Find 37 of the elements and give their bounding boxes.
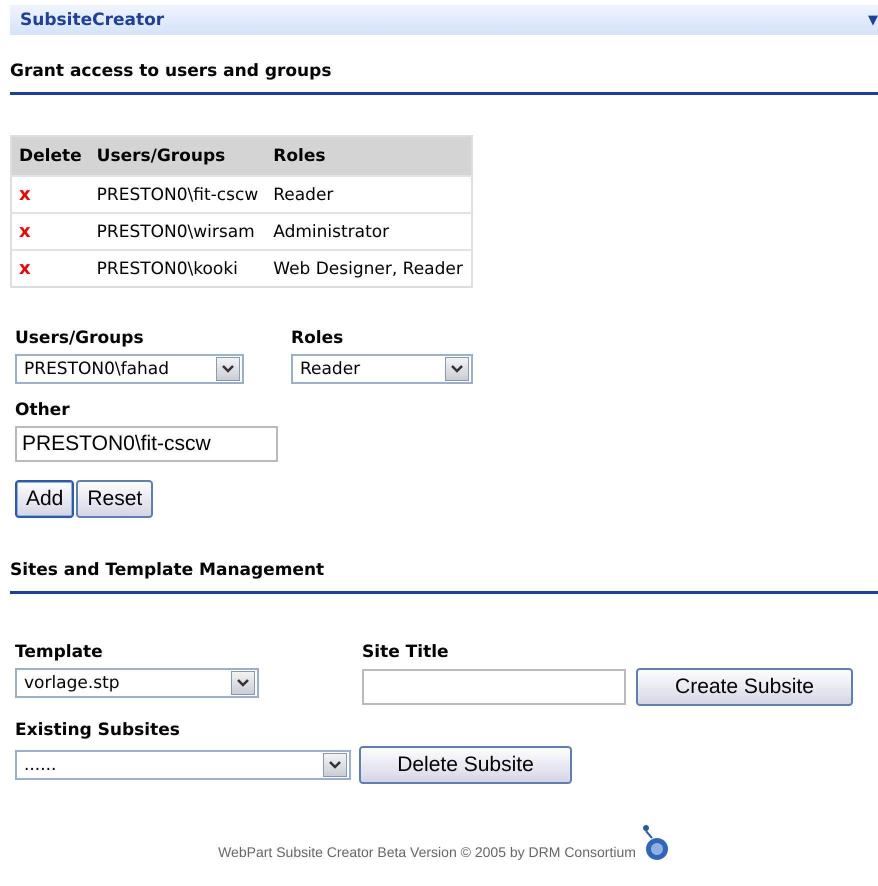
existing-subsites-dropdown[interactable]: ...... (15, 750, 351, 780)
delete-subsite-button[interactable]: Delete Subsite (359, 746, 572, 784)
dropdown-caret-icon[interactable] (231, 671, 255, 695)
delete-link[interactable]: x (19, 221, 31, 242)
field-label: Site Title (361, 642, 450, 664)
table-cell: Administrator (266, 213, 472, 250)
template-dropdown[interactable]: vorlage.stp (15, 668, 259, 698)
form-button[interactable]: Reset (76, 480, 154, 518)
dropdown-caret-icon[interactable] (445, 357, 469, 381)
webpart-title: SubsiteCreator (20, 10, 164, 30)
section-title: Grant access to users and groups (10, 61, 878, 95)
delete-link[interactable]: x (19, 184, 31, 205)
dropdown-caret-icon[interactable] (323, 753, 347, 777)
column-header: Users/Groups (90, 136, 266, 176)
table-cell: PRESTON0\kooki (90, 250, 266, 287)
field-label: Template (14, 642, 104, 664)
table-cell: Web Designer, Reader (266, 250, 472, 287)
other-input-field[interactable]: PRESTON0\fit-cscw (15, 426, 278, 462)
footer-text: WebPart Subsite Creator Beta Version © 2005 by DRM Consortium (218, 844, 636, 860)
column-header: Delete (11, 136, 90, 176)
field-label: Users/Groups (14, 328, 145, 350)
field-label: Roles (290, 328, 344, 350)
table-cell: Reader (266, 176, 472, 213)
section-title: Sites and Template Management (10, 560, 878, 594)
delete-link[interactable]: x (19, 258, 31, 279)
menu-arrow[interactable]: ▼ (868, 12, 878, 28)
table-cell: PRESTON0\wirsam (90, 213, 266, 250)
dropdown-caret-icon[interactable] (216, 357, 240, 381)
create-subsite-button[interactable]: Create Subsite (636, 668, 853, 706)
column-header: Roles (266, 136, 472, 176)
users-dropdown[interactable]: PRESTON0\fahad (15, 354, 244, 384)
form-button[interactable]: Add (15, 480, 74, 518)
site-title-input-field[interactable] (362, 669, 626, 705)
table-cell: PRESTON0\fit-cscw (90, 176, 266, 213)
field-label: Existing Subsites (14, 720, 181, 742)
field-label: Other (14, 400, 71, 422)
roles-dropdown[interactable]: Reader (291, 354, 473, 384)
